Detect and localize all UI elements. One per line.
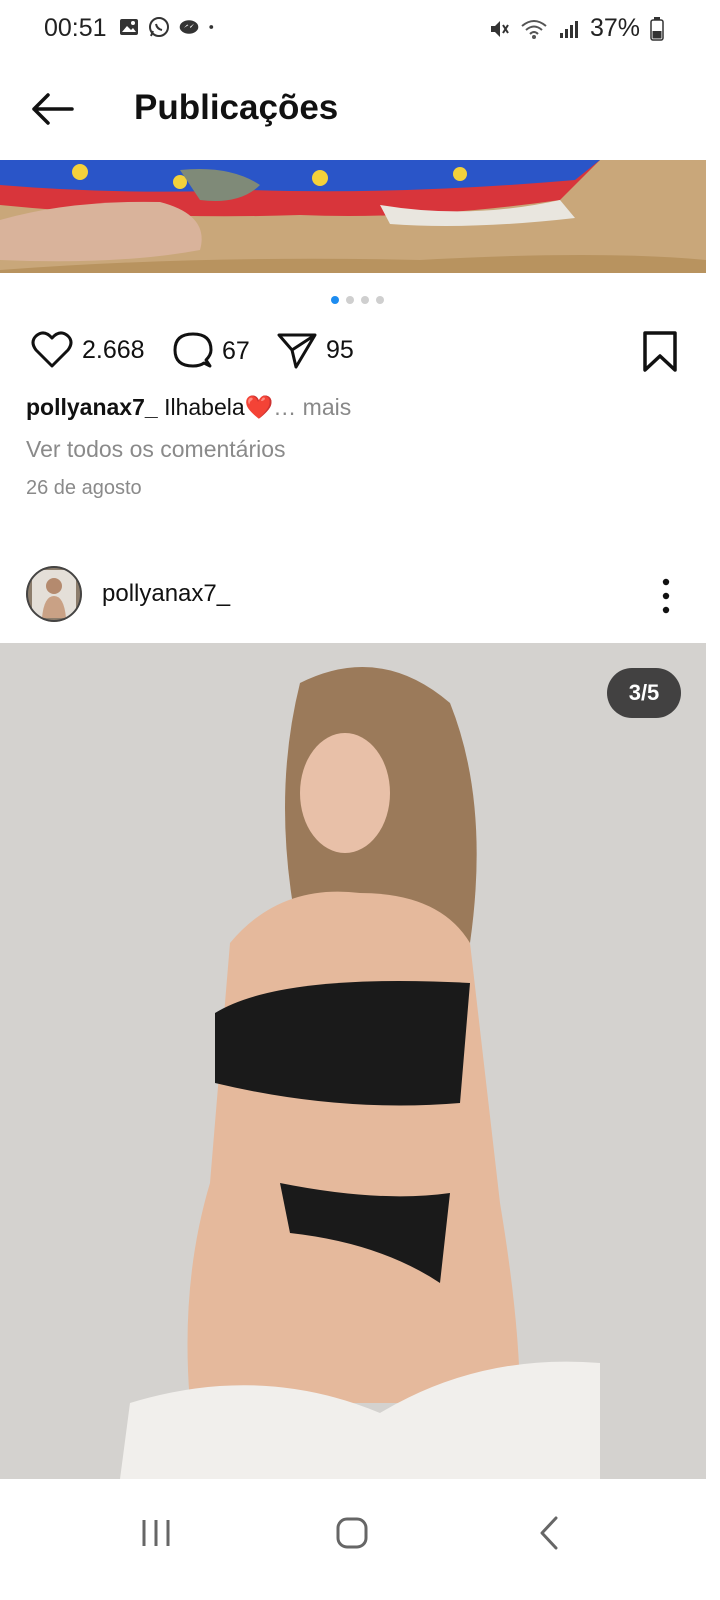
system-nav-bar (0, 1480, 720, 1600)
like-button[interactable]: 2.668 (30, 330, 145, 370)
carousel-dot-active (331, 296, 339, 304)
dot-icon (209, 25, 214, 29)
post-actions: 2.668 67 95 (30, 330, 680, 376)
carousel-dot (376, 296, 384, 304)
caption-text: Ilhabela❤️ (164, 394, 274, 420)
caption-more-link[interactable]: … mais (273, 394, 351, 420)
carousel-counter-badge: 3/5 (607, 668, 681, 718)
signal-icon (559, 20, 578, 38)
app-bar: Publicações (0, 70, 720, 148)
previous-post-image[interactable] (0, 160, 706, 273)
page-title: Publicações (134, 88, 339, 127)
bookmark-icon[interactable] (640, 330, 680, 374)
heart-icon (31, 331, 73, 368)
system-status: 37% (488, 14, 664, 43)
carousel-dot (346, 296, 354, 304)
battery-percent: 37% (589, 14, 640, 42)
mute-icon (490, 20, 509, 37)
post-photo[interactable] (0, 643, 706, 1479)
status-time: 00:51 (44, 14, 107, 42)
more-options-icon[interactable] (654, 576, 678, 616)
share-button[interactable]: 95 (276, 330, 354, 370)
avatar-image (26, 566, 82, 622)
back-icon[interactable] (520, 1508, 580, 1558)
status-bar: 00:51 37% (0, 0, 720, 58)
carousel-dot (361, 296, 369, 304)
comment-button[interactable]: 67 (172, 330, 250, 372)
whatsapp-icon (149, 17, 169, 37)
carousel-indicator (331, 296, 384, 304)
post-username[interactable]: pollyanax7_ (102, 580, 230, 608)
notification-icons (118, 16, 220, 38)
post-caption: pollyanax7_ Ilhabela❤️… mais (26, 394, 351, 421)
gallery-icon (120, 19, 138, 35)
avatar[interactable] (26, 566, 82, 622)
photo-illustration (0, 643, 706, 1479)
shares-count: 95 (326, 335, 354, 364)
home-icon[interactable] (322, 1508, 382, 1558)
likes-count: 2.668 (82, 335, 145, 364)
beach-photo (0, 160, 706, 273)
wifi-icon (521, 19, 547, 39)
post-date: 26 de agosto (26, 477, 142, 499)
messenger-icon (179, 20, 199, 34)
view-all-comments-link[interactable]: Ver todos os comentários (26, 436, 286, 463)
battery-icon (650, 16, 664, 41)
comment-icon (173, 332, 213, 368)
arrow-left-icon[interactable] (28, 88, 78, 130)
caption-username[interactable]: pollyanax7_ (26, 394, 158, 420)
send-icon (277, 333, 317, 369)
post-header: pollyanax7_ (0, 566, 720, 626)
recents-icon[interactable] (126, 1508, 186, 1558)
comments-count: 67 (222, 336, 250, 365)
